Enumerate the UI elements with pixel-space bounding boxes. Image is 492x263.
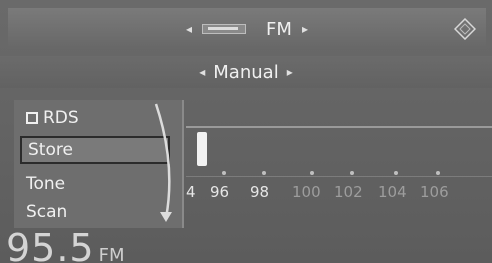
current-band: FM [98,245,125,263]
options-menu: RDS Store Tone Scan [14,100,184,228]
scale-label: 102 [334,183,363,201]
scale-tick [222,171,226,175]
tuning-needle[interactable] [197,132,207,166]
menu-item-tone[interactable]: Tone [20,170,170,198]
scale-label: 96 [210,183,230,201]
mode-prev-arrow-icon[interactable]: ◂ [199,65,205,79]
source-next-arrow-icon[interactable]: ▸ [302,22,308,36]
menu-item-label: RDS [43,108,79,128]
frequency-scale-track [186,126,492,128]
scale-tick [350,171,354,175]
current-frequency: 95.5 [6,226,95,263]
scale-label: 98 [250,183,270,201]
mode-next-arrow-icon[interactable]: ▸ [287,65,293,79]
menu-item-rds[interactable]: RDS [20,104,170,132]
rds-checkbox[interactable] [26,112,38,124]
scale-label: 100 [292,183,321,201]
scale-tick [394,171,398,175]
navigation-diamond-icon[interactable] [454,18,476,40]
scale-label: 104 [378,183,407,201]
source-label: FM [266,18,292,40]
frequency-readout: 95.5 FM [6,226,125,263]
source-selector[interactable]: ◂ FM ▸ [8,8,486,50]
source-prev-arrow-icon[interactable]: ◂ [186,22,192,36]
scale-tick [262,171,266,175]
menu-item-label: Store [28,140,73,160]
radio-screen: ◂ FM ▸ ◂ Manual ▸ 4 96 98 100 102 104 10… [0,0,492,263]
frequency-scale-baseline [186,176,492,177]
radio-icon [202,22,247,36]
mode-label: Manual [213,61,279,83]
menu-item-store[interactable]: Store [20,136,170,164]
mode-selector[interactable]: ◂ Manual ▸ [0,56,492,88]
menu-item-scan[interactable]: Scan [20,198,170,226]
scale-tick [436,171,440,175]
scale-label: 106 [420,183,449,201]
menu-scroll-arc-icon [154,103,172,222]
menu-item-label: Scan [26,202,68,222]
menu-item-label: Tone [26,174,66,194]
scale-tick [310,171,314,175]
